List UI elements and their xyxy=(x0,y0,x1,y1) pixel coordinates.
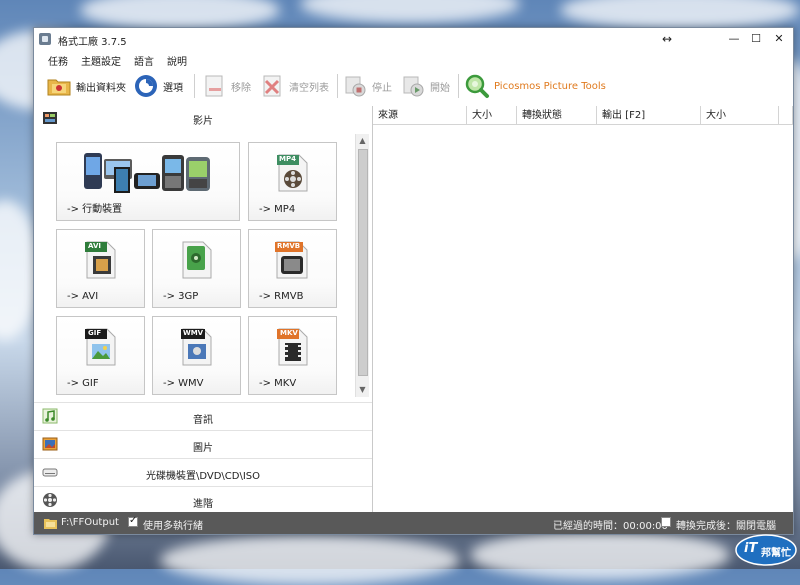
category-optical-drive[interactable]: 光碟機裝置\DVD\CD\ISO xyxy=(34,458,372,487)
category-video-label: 影片 xyxy=(193,116,213,127)
remove-button[interactable]: 移除 xyxy=(201,72,251,100)
menu-bar: 任務 主題設定 語言 說明 xyxy=(34,50,793,68)
3gp-file-icon xyxy=(179,238,215,283)
mkv-file-icon: MKV xyxy=(275,325,311,370)
scroll-down-arrow-icon[interactable]: ▼ xyxy=(356,383,369,397)
toolbar-separator xyxy=(194,74,195,98)
tile-label: -> 3GP xyxy=(163,291,199,302)
category-label: 圖片 xyxy=(193,443,213,454)
tile-label: -> WMV xyxy=(163,378,204,389)
gif-badge-text: GIF xyxy=(88,329,102,337)
folder-icon xyxy=(46,73,72,99)
menu-language[interactable]: 語言 xyxy=(134,53,154,68)
mp4-badge-text: MP4 xyxy=(279,155,296,163)
mkv-badge-text: MKV xyxy=(280,329,298,337)
column-header-size[interactable]: 大小 xyxy=(467,106,517,125)
multithread-label: 使用多執行緒 xyxy=(143,521,203,532)
app-icon xyxy=(39,33,51,45)
status-bar: F:\FFOutput 使用多執行緒 已經過的時間：00:00:00 轉換完成後… xyxy=(34,512,793,534)
app-window: 格式工廠 3.7.5 ↔ — ☐ ✕ 任務 主題設定 語言 說明 輸出資料夾 選… xyxy=(33,27,794,535)
wmv-file-icon: WMV xyxy=(179,325,215,370)
toolbar-separator xyxy=(337,74,338,98)
column-header-output[interactable]: 輸出 [F2] xyxy=(597,106,701,125)
mp4-file-icon: MP4 xyxy=(275,151,311,196)
format-grid: -> 行動裝置 MP4 -> MP4 AVI -> AVI -> 3GP RMV… xyxy=(38,132,354,399)
resize-cursor-icon: ↔ xyxy=(662,32,673,46)
picosmos-button[interactable]: Picosmos Picture Tools xyxy=(464,72,606,100)
elapsed-time: 已經過的時間：00:00:00 xyxy=(553,521,668,532)
format-grid-scrollbar[interactable]: ▲ ▼ xyxy=(355,134,369,397)
tile-wmv[interactable]: WMV -> WMV xyxy=(152,316,241,395)
tile-label: -> GIF xyxy=(67,378,99,389)
menu-theme[interactable]: 主題設定 xyxy=(81,53,121,68)
tile-avi[interactable]: AVI -> AVI xyxy=(56,229,145,308)
toolbar-separator xyxy=(458,74,459,98)
menu-help[interactable]: 說明 xyxy=(167,53,187,68)
ithome-watermark-logo: iT 邦幫忙 xyxy=(735,534,797,566)
close-button[interactable]: ✕ xyxy=(767,28,791,50)
start-button[interactable]: 開始 xyxy=(400,72,450,100)
tile-3gp[interactable]: -> 3GP xyxy=(152,229,241,308)
start-icon xyxy=(400,73,426,99)
column-header-source[interactable]: 來源 xyxy=(373,106,467,125)
category-audio[interactable]: 音訊 xyxy=(34,402,372,431)
output-path[interactable]: F:\FFOutput xyxy=(61,517,119,528)
category-picture[interactable]: 圖片 xyxy=(34,430,372,459)
wmv-badge-text: WMV xyxy=(183,329,204,337)
rmvb-badge-text: RMVB xyxy=(277,242,301,250)
title-bar[interactable]: 格式工廠 3.7.5 ↔ — ☐ ✕ xyxy=(34,28,793,50)
tile-label: -> AVI xyxy=(67,291,99,302)
minimize-button[interactable]: — xyxy=(722,28,746,50)
options-gear-icon xyxy=(133,73,159,99)
clear-x-icon xyxy=(259,73,285,99)
stop-button[interactable]: 停止 xyxy=(342,72,392,100)
watermark-text-it: iT xyxy=(744,541,758,556)
tile-label: -> MP4 xyxy=(259,204,296,215)
tile-label: -> 行動裝置 xyxy=(67,204,123,215)
task-list[interactable]: 來源 大小 轉換狀態 輸出 [F2] 大小 xyxy=(373,106,793,512)
tile-gif[interactable]: GIF -> GIF xyxy=(56,316,145,395)
column-header-status[interactable]: 轉換狀態 xyxy=(517,106,597,125)
column-header-filler xyxy=(779,106,793,125)
output-folder-icon xyxy=(44,517,57,532)
maximize-button[interactable]: ☐ xyxy=(744,28,768,50)
tile-rmvb[interactable]: RMVB -> RMVB xyxy=(248,229,337,308)
category-video-header[interactable]: 影片 xyxy=(34,106,372,130)
gif-file-icon: GIF xyxy=(83,325,119,370)
avi-badge-text: AVI xyxy=(88,242,101,250)
window-title: 格式工廠 3.7.5 xyxy=(58,37,127,48)
tile-mp4[interactable]: MP4 -> MP4 xyxy=(248,142,337,221)
category-panel: 影片 -> 行動裝置 MP4 -> MP4 AVI -> AVI -> 3GP … xyxy=(34,106,373,512)
picosmos-magnifier-icon xyxy=(464,73,490,99)
tile-label: -> MKV xyxy=(259,378,297,389)
stop-icon xyxy=(342,73,368,99)
avi-file-icon: AVI xyxy=(83,238,119,283)
category-label: 音訊 xyxy=(193,415,213,426)
after-convert-label: 轉換完成後：關閉電腦 xyxy=(676,521,776,532)
rmvb-file-icon: RMVB xyxy=(273,238,311,283)
menu-task[interactable]: 任務 xyxy=(48,53,68,68)
clear-list-button[interactable]: 清空列表 xyxy=(259,72,329,100)
column-header-output-size[interactable]: 大小 xyxy=(701,106,779,125)
scroll-thumb[interactable] xyxy=(358,149,368,376)
remove-document-icon xyxy=(201,73,227,99)
multithread-checkbox[interactable] xyxy=(128,515,138,527)
toolbar: 輸出資料夾 選項 移除 清空列表 停止 開始 Picosmos Picture … xyxy=(34,68,793,104)
after-convert-checkbox[interactable] xyxy=(661,517,671,527)
tile-mkv[interactable]: MKV -> MKV xyxy=(248,316,337,395)
scroll-up-arrow-icon[interactable]: ▲ xyxy=(356,134,369,148)
category-label: 進階 xyxy=(193,499,213,510)
tile-label: -> RMVB xyxy=(259,291,304,302)
output-folder-button[interactable]: 輸出資料夾 xyxy=(46,72,126,100)
category-advanced[interactable]: 進階 xyxy=(34,486,372,515)
options-button[interactable]: 選項 xyxy=(133,72,183,100)
mobile-devices-icon xyxy=(82,149,214,198)
tile-mobile-device[interactable]: -> 行動裝置 xyxy=(56,142,240,221)
watermark-text-cn: 邦幫忙 xyxy=(761,548,791,559)
category-label: 光碟機裝置\DVD\CD\ISO xyxy=(145,471,261,482)
